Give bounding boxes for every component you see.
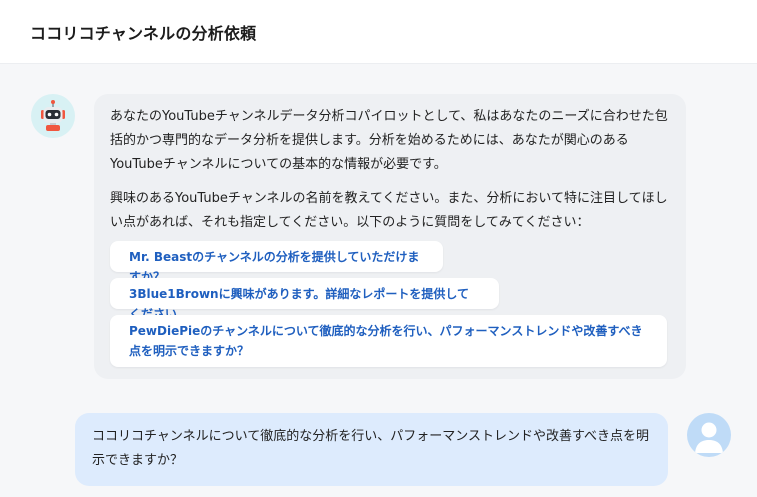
page-title: ココリコチャンネルの分析依頼 — [30, 24, 257, 43]
suggestion-button[interactable]: 3Blue1Brownに興味があります。詳細なレポートを提供してください。 — [110, 278, 499, 321]
robot-icon — [41, 100, 65, 131]
bot-message: あなたのYouTubeチャンネルデータ分析コパイロットとして、私はあなたのニーズ… — [94, 94, 686, 379]
suggestion-button[interactable]: Mr. Beastのチャンネルの分析を提供していただけますか？ — [110, 241, 443, 284]
page-header: ココリコチャンネルの分析依頼 — [0, 0, 757, 64]
bot-avatar — [31, 94, 75, 138]
suggestion-button[interactable]: PewDiePieのチャンネルについて徹底的な分析を行い、パフォーマンストレンド… — [110, 315, 667, 367]
user-message: ココリコチャンネルについて徹底的な分析を行い、パフォーマンストレンドや改善すべき… — [75, 413, 668, 486]
bot-message-paragraph: 興味のあるYouTubeチャンネルの名前を教えてください。また、分析において特に… — [110, 191, 668, 230]
user-icon — [695, 422, 723, 453]
bot-message-paragraph: あなたのYouTubeチャンネルデータ分析コパイロットとして、私はあなたのニーズ… — [110, 109, 668, 172]
user-avatar — [687, 413, 731, 457]
user-message-text: ココリコチャンネルについて徹底的な分析を行い、パフォーマンストレンドや改善すべき… — [92, 429, 650, 468]
